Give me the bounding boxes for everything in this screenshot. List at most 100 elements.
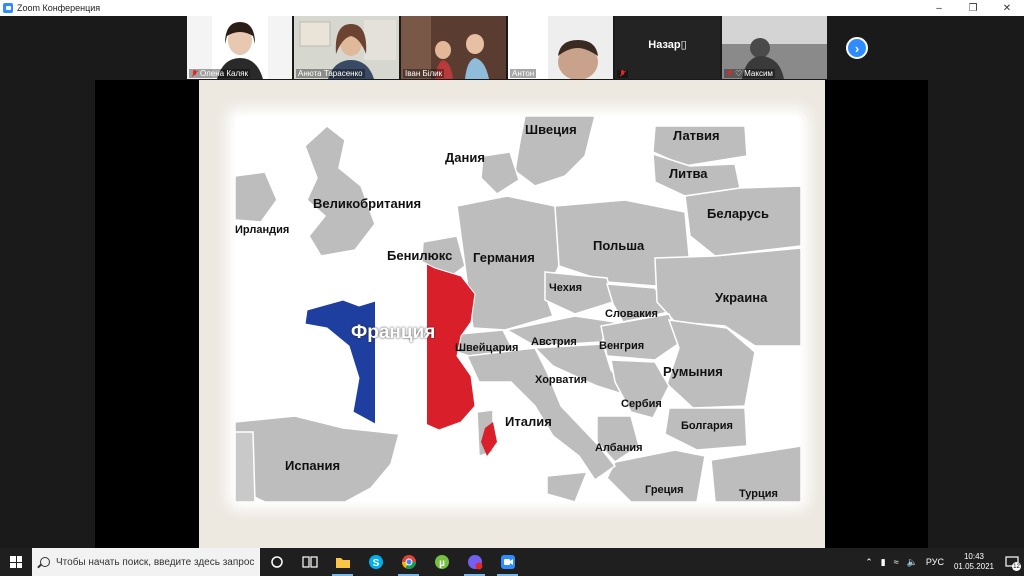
country-label: Литва	[669, 166, 708, 181]
zoom-icon	[500, 555, 515, 569]
participant-name: Іван Білик	[405, 69, 443, 78]
country-label: Ирландия	[235, 224, 290, 236]
country-label: Швейцария	[455, 342, 519, 354]
volume-indicator[interactable]: 🔈	[903, 557, 922, 568]
window-title: Zoom Конференция	[17, 3, 101, 13]
chevron-right-icon: ›	[854, 40, 860, 56]
start-button[interactable]	[0, 548, 32, 576]
country-label: Латвия	[673, 128, 720, 143]
country-label: Италия	[505, 414, 552, 429]
torrent-button[interactable]: µ	[425, 548, 458, 576]
search-placeholder: Чтобы начать поиск, введите здесь запрос	[56, 556, 255, 568]
chrome-icon	[401, 555, 416, 569]
close-button[interactable]: ✕	[990, 0, 1024, 16]
participant-tile-active-speaker[interactable]: Анюта Тарасенко	[294, 16, 399, 79]
participant-display-name: Назар▯	[648, 39, 687, 51]
language-indicator[interactable]: РУС	[922, 557, 948, 567]
mic-muted-icon	[726, 69, 733, 78]
battery-indicator[interactable]: ▮	[877, 557, 890, 568]
clock-date: 01.05.2021	[953, 562, 994, 571]
participant-strip: Олена Каляк Анюта Тарасенко Іван Білик А…	[187, 16, 827, 79]
participant-name-tag: Антон	[510, 69, 537, 78]
country-label: Швеция	[525, 122, 577, 137]
mic-muted-icon	[191, 69, 198, 78]
country-label: Польша	[593, 238, 645, 253]
country-label: Греция	[645, 484, 684, 496]
participant-tile-no-video[interactable]: Назар▯	[615, 16, 720, 79]
maximize-button[interactable]: ❐	[956, 0, 990, 16]
country-label: Австрия	[531, 336, 577, 348]
search-icon	[40, 557, 50, 567]
file-explorer-button[interactable]	[326, 548, 359, 576]
participant-tile[interactable]: Олена Каляк	[187, 16, 292, 79]
task-view-icon	[301, 556, 318, 568]
europe-map-graphic	[235, 116, 801, 502]
notification-count: 12	[1012, 562, 1021, 571]
participant-tile[interactable]: Іван Білик	[401, 16, 506, 79]
country-label: Чехия	[549, 282, 582, 294]
window-controls: – ❐ ✕	[922, 0, 1024, 16]
skype-button[interactable]: S	[359, 548, 392, 576]
network-indicator[interactable]: ≈	[890, 557, 903, 567]
folder-icon	[335, 558, 350, 568]
viber-button[interactable]	[458, 548, 491, 576]
country-label: Украина	[715, 290, 768, 305]
participant-name-tag	[617, 70, 628, 78]
battery-icon: ▮	[880, 556, 886, 567]
svg-text:S: S	[372, 558, 379, 569]
country-label: Беларусь	[707, 206, 769, 221]
participant-name-tag: Іван Білик	[403, 69, 445, 78]
title-bar: Zoom Конференция – ❐ ✕	[0, 0, 1024, 16]
svg-text:µ: µ	[439, 558, 445, 569]
cortana-button[interactable]	[260, 548, 293, 576]
country-label: Албания	[595, 442, 643, 454]
chrome-button[interactable]	[392, 548, 425, 576]
country-label: Дания	[445, 150, 485, 165]
country-label: Словакия	[605, 308, 658, 320]
participant-name-tag: Олена Каляк	[189, 69, 250, 78]
europe-map: Франция Швеция Латвия Дания Литва Велико…	[235, 116, 801, 502]
skype-icon: S	[368, 555, 383, 569]
clock-time: 10:43	[963, 552, 984, 561]
participant-name: Максим	[744, 69, 773, 78]
participant-name: Анюта Тарасенко	[298, 69, 363, 78]
participant-name: Олена Каляк	[200, 69, 248, 78]
zoom-app-icon	[3, 3, 13, 13]
windows-taskbar: Чтобы начать поиск, введите здесь запрос…	[0, 548, 1024, 576]
mic-muted-icon	[619, 70, 626, 78]
country-label: Великобритания	[313, 196, 422, 211]
country-label: Германия	[473, 250, 535, 265]
participant-name: Антон	[512, 69, 535, 78]
taskbar-search-box[interactable]: Чтобы начать поиск, введите здесь запрос	[32, 548, 260, 576]
slide-title-country: Франция	[351, 322, 436, 343]
country-label: Бенилюкс	[387, 248, 453, 263]
utorrent-icon: µ	[434, 555, 449, 569]
country-label: Хорватия	[535, 374, 587, 386]
heart-icon: ♡	[735, 69, 743, 78]
chevron-up-icon: ⌃	[865, 556, 873, 567]
cortana-icon	[270, 556, 283, 568]
country-label: Испания	[285, 458, 341, 473]
minimize-button[interactable]: –	[922, 0, 956, 16]
country-label: Румыния	[663, 364, 723, 379]
country-label: Болгария	[681, 420, 733, 432]
country-label: Венгрия	[599, 340, 645, 352]
system-tray: ⌃ ▮ ≈ 🔈 РУС 10:43 01.05.2021 12	[861, 548, 1024, 576]
wifi-icon: ≈	[893, 557, 899, 567]
participant-name-tag: Анюта Тарасенко	[296, 69, 365, 78]
speaker-icon: 🔈	[906, 556, 918, 567]
task-view-button[interactable]	[293, 548, 326, 576]
next-page-button[interactable]: ›	[846, 37, 868, 59]
taskbar-clock[interactable]: 10:43 01.05.2021	[948, 552, 1000, 572]
action-center-button[interactable]: 12	[1000, 548, 1024, 576]
participant-tile[interactable]: Антон	[508, 16, 613, 79]
country-label: Сербия	[621, 398, 662, 410]
country-label: Турция	[739, 488, 778, 500]
zoom-taskbar-button[interactable]	[491, 548, 524, 576]
meeting-area: Олена Каляк Анюта Тарасенко Іван Білик А…	[0, 16, 1024, 548]
shared-screen: Франция Швеция Латвия Дания Литва Велико…	[95, 80, 928, 548]
participant-tile[interactable]: ♡ Максим	[722, 16, 827, 79]
viber-icon	[467, 555, 482, 570]
show-hidden-icons-button[interactable]: ⌃	[861, 557, 877, 568]
presentation-slide: Франция Швеция Латвия Дания Литва Велико…	[199, 80, 825, 548]
